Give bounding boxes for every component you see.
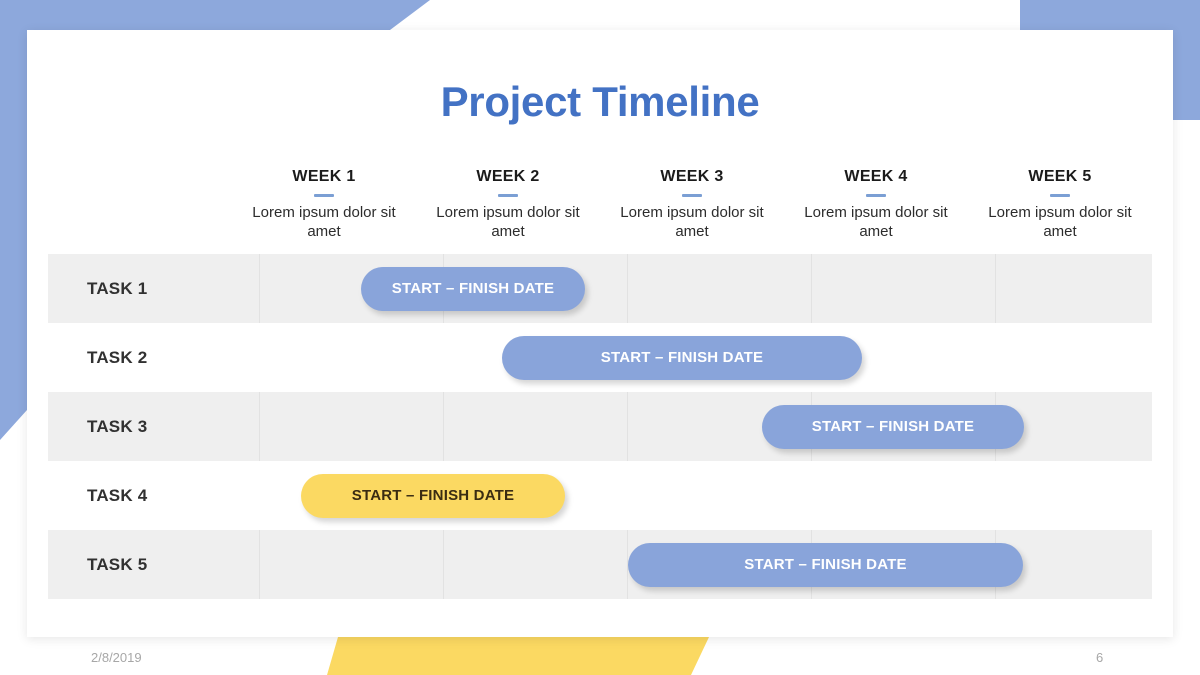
task-label: TASK 4 [87, 485, 148, 505]
task-label: TASK 2 [87, 347, 148, 367]
week-title: WEEK 3 [660, 168, 724, 185]
week-subtitle: Lorem ipsum dolor sit amet [988, 204, 1132, 241]
week-title: WEEK 4 [844, 168, 908, 185]
column-separator [811, 254, 812, 323]
week-column-3: WEEK 3 Lorem ipsum dolor sit amet [600, 168, 784, 241]
column-separator [259, 392, 260, 461]
gantt-bar[interactable]: START – FINISH DATE [628, 542, 1023, 587]
slide-card: Project Timeline WEEK 1 Lorem ipsum dolo… [27, 30, 1173, 637]
column-separator [259, 254, 260, 323]
week-column-2: WEEK 2 Lorem ipsum dolor sit amet [416, 168, 600, 241]
week-divider-icon [866, 194, 886, 197]
column-separator [627, 392, 628, 461]
week-divider-icon [682, 194, 702, 197]
week-subtitle: Lorem ipsum dolor sit amet [252, 204, 396, 241]
table-row: TASK 4 START – FINISH DATE [48, 461, 1152, 530]
column-separator [443, 392, 444, 461]
column-separator [627, 254, 628, 323]
task-label: TASK 5 [87, 554, 148, 574]
week-title: WEEK 1 [292, 168, 356, 185]
footer-date: 2/8/2019 [91, 650, 142, 665]
gantt-bar[interactable]: START – FINISH DATE [361, 266, 585, 311]
week-divider-icon [1050, 194, 1070, 197]
week-column-4: WEEK 4 Lorem ipsum dolor sit amet [784, 168, 968, 241]
week-header-row: WEEK 1 Lorem ipsum dolor sit amet WEEK 2… [232, 168, 1152, 241]
task-label: TASK 1 [87, 278, 148, 298]
week-column-5: WEEK 5 Lorem ipsum dolor sit amet [968, 168, 1152, 241]
table-row: TASK 1 START – FINISH DATE [48, 254, 1152, 323]
week-divider-icon [314, 194, 334, 197]
gantt-chart: TASK 1 START – FINISH DATE TASK 2 START … [48, 254, 1152, 599]
week-title: WEEK 2 [476, 168, 540, 185]
table-row: TASK 3 START – FINISH DATE [48, 392, 1152, 461]
table-row: TASK 5 START – FINISH DATE [48, 530, 1152, 599]
week-divider-icon [498, 194, 518, 197]
week-subtitle: Lorem ipsum dolor sit amet [620, 204, 764, 241]
task-label: TASK 3 [87, 416, 148, 436]
table-row: TASK 2 START – FINISH DATE [48, 323, 1152, 392]
week-title: WEEK 5 [1028, 168, 1092, 185]
gantt-bar[interactable]: START – FINISH DATE [301, 473, 565, 518]
footer-page-number: 6 [1096, 650, 1104, 665]
week-subtitle: Lorem ipsum dolor sit amet [804, 204, 948, 241]
deco-shape-bottom-yellow [327, 637, 709, 675]
week-subtitle: Lorem ipsum dolor sit amet [436, 204, 580, 241]
gantt-bar[interactable]: START – FINISH DATE [762, 404, 1024, 449]
column-separator [995, 254, 996, 323]
gantt-bar[interactable]: START – FINISH DATE [502, 335, 862, 380]
week-column-1: WEEK 1 Lorem ipsum dolor sit amet [232, 168, 416, 241]
column-separator [259, 530, 260, 599]
column-separator [443, 530, 444, 599]
page-title: Project Timeline [440, 78, 760, 125]
